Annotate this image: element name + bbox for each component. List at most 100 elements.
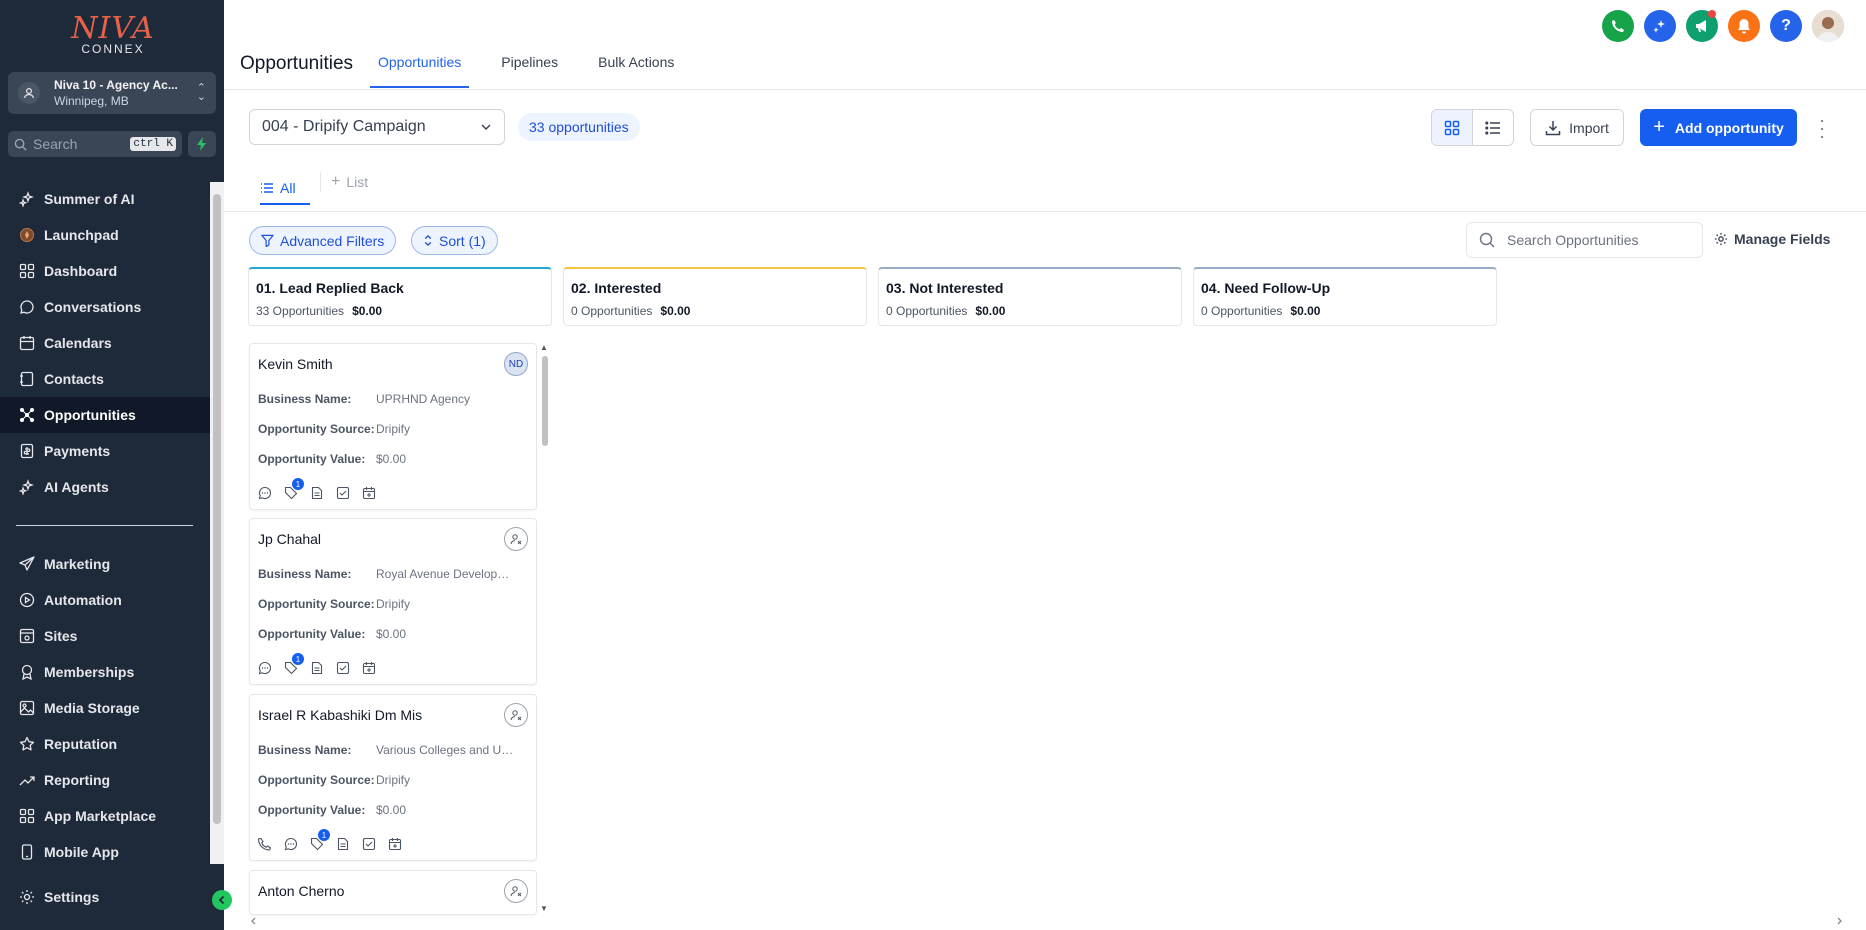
phone-icon[interactable] — [258, 835, 284, 853]
sidebar-item-dashboard[interactable]: Dashboard — [0, 253, 210, 289]
mobile-icon — [18, 843, 36, 861]
opportunity-value-value: $0.00 — [376, 803, 407, 817]
opportunity-card[interactable]: Jp Chahal Business Name: Royal Avenue Dev… — [249, 518, 537, 685]
assign-user-icon[interactable] — [504, 703, 528, 727]
help-icon[interactable]: ? — [1770, 10, 1802, 42]
assign-user-icon[interactable] — [504, 527, 528, 551]
stage-count: 0 Opportunities — [1201, 304, 1283, 318]
task-icon[interactable] — [336, 484, 362, 502]
tag-icon[interactable]: 1 — [284, 478, 310, 502]
sidebar-item-ai-agents[interactable]: AI Agents — [0, 469, 210, 505]
board-horizontal-scrollbar[interactable] — [249, 915, 1844, 927]
appointment-icon[interactable] — [362, 659, 388, 677]
chat-icon[interactable] — [258, 659, 284, 677]
sidebar-item-label: Payments — [44, 443, 111, 459]
sidebar-item-memberships[interactable]: Memberships — [0, 654, 210, 690]
collapse-sidebar-button[interactable] — [212, 890, 232, 910]
sidebar-item-sites[interactable]: Sites — [0, 618, 210, 654]
view-toggle — [1431, 109, 1514, 146]
tab-add-list[interactable]: + List — [320, 172, 368, 192]
sidebar-item-contacts[interactable]: Contacts — [0, 361, 210, 397]
import-button[interactable]: Import — [1530, 109, 1624, 146]
stage-header-need-follow-up[interactable]: 04. Need Follow-Up 0 Opportunities $0.00 — [1193, 267, 1497, 326]
manage-fields-button[interactable]: Manage Fields — [1714, 231, 1830, 247]
view-tabs: All + List — [224, 160, 1866, 212]
appointment-icon[interactable] — [362, 484, 388, 502]
brand-logo[interactable]: NIVA CONNEX — [70, 14, 156, 58]
tag-icon[interactable]: 1 — [310, 829, 336, 853]
sidebar-item-label: Calendars — [44, 335, 112, 351]
notifications-button[interactable] — [1728, 10, 1760, 42]
opportunity-card[interactable]: Kevin Smith ND Business Name: UPRHND Agen… — [249, 343, 537, 510]
opportunity-value-value: $0.00 — [376, 452, 407, 466]
account-location: Winnipeg, MB — [54, 94, 129, 108]
sidebar-item-mobile-app[interactable]: Mobile App — [0, 834, 210, 870]
sidebar-item-launchpad[interactable]: Launchpad — [0, 217, 210, 253]
sidebar-item-app-marketplace[interactable]: App Marketplace — [0, 798, 210, 834]
stage-header-interested[interactable]: 02. Interested 0 Opportunities $0.00 — [563, 267, 867, 326]
sort-button[interactable]: Sort (1) — [411, 226, 498, 255]
scroll-up-icon[interactable]: ▲ — [540, 343, 548, 352]
quick-actions-button[interactable] — [188, 131, 216, 157]
business-name-value: Royal Avenue Developm... — [376, 567, 516, 581]
sidebar-item-label: AI Agents — [44, 479, 109, 495]
opportunity-card[interactable]: Israel R Kabashiki Dm Mis Business Name:… — [249, 694, 537, 861]
advanced-filters-button[interactable]: Advanced Filters — [249, 226, 397, 255]
sidebar-scrollbar[interactable] — [210, 182, 224, 864]
tab-pipelines[interactable]: Pipelines — [493, 54, 566, 88]
appointment-icon[interactable] — [388, 835, 414, 853]
user-avatar[interactable] — [1812, 10, 1844, 42]
top-bar: Opportunities Opportunities Pipelines Bu… — [224, 0, 1866, 90]
scroll-down-icon[interactable]: ▼ — [540, 904, 548, 913]
note-icon[interactable] — [336, 835, 362, 853]
field-label: Opportunity Value: — [258, 627, 366, 641]
opportunity-source-value: Dripify — [376, 422, 411, 436]
stage-header-not-interested[interactable]: 03. Not Interested 0 Opportunities $0.00 — [878, 267, 1182, 326]
assign-user-icon[interactable] — [504, 879, 528, 903]
search-opportunities-input[interactable]: Search Opportunities — [1466, 222, 1703, 258]
sidebar-item-automation[interactable]: Automation — [0, 582, 210, 618]
pipeline-select[interactable]: 004 - Dripify Campaign — [249, 109, 505, 145]
phone-button[interactable] — [1602, 10, 1634, 42]
task-icon[interactable] — [336, 659, 362, 677]
sidebar-item-opportunities[interactable]: Opportunities — [0, 397, 210, 433]
plus-icon: + — [331, 173, 341, 190]
sidebar-item-marketing[interactable]: Marketing — [0, 546, 210, 582]
tab-all-label: All — [280, 179, 296, 196]
list-view-button[interactable] — [1473, 110, 1513, 145]
add-opportunity-button[interactable]: + Add opportunity — [1640, 109, 1797, 146]
tab-bulk-actions[interactable]: Bulk Actions — [590, 54, 682, 88]
list-icon — [261, 182, 273, 193]
sidebar-item-summer-of-ai[interactable]: Summer of AI — [0, 181, 210, 217]
sidebar-item-payments[interactable]: Payments — [0, 433, 210, 469]
note-icon[interactable] — [310, 484, 336, 502]
field-label: Business Name: — [258, 392, 352, 406]
more-options-icon[interactable]: · · · — [1816, 111, 1828, 145]
stage-header-lead-replied-back[interactable]: 01. Lead Replied Back 33 Opportunities $0… — [248, 267, 552, 326]
opportunity-card[interactable]: Anton Cherno — [249, 870, 537, 915]
assignee-initials[interactable]: ND — [504, 352, 528, 376]
sidebar-search[interactable]: Search ctrl K — [8, 131, 182, 157]
sidebar-item-reporting[interactable]: Reporting — [0, 762, 210, 798]
plus-icon: + — [1653, 116, 1665, 138]
stage-name: 02. Interested — [571, 280, 662, 296]
sidebar-item-calendars[interactable]: Calendars — [0, 325, 210, 361]
megaphone-icon — [1696, 20, 1706, 32]
chat-icon[interactable] — [284, 835, 310, 853]
tab-all[interactable]: All — [260, 172, 310, 205]
task-icon[interactable] — [362, 835, 388, 853]
tab-opportunities[interactable]: Opportunities — [370, 54, 470, 88]
sidebar-item-media-storage[interactable]: Media Storage — [0, 690, 210, 726]
chat-icon[interactable] — [258, 484, 284, 502]
board-view-button[interactable] — [1432, 110, 1473, 145]
note-icon[interactable] — [310, 659, 336, 677]
column-scrollbar[interactable]: ▲ ▼ — [540, 343, 550, 913]
payments-icon — [18, 442, 36, 460]
sidebar-item-conversations[interactable]: Conversations — [0, 289, 210, 325]
sidebar-item-reputation[interactable]: Reputation — [0, 726, 210, 762]
account-switcher[interactable]: Niva 10 - Agency Ac... Winnipeg, MB ⌃ ⌄ — [8, 72, 216, 114]
announcements-button[interactable] — [1686, 10, 1718, 42]
sidebar-item-settings[interactable]: Settings — [0, 879, 210, 915]
tag-icon[interactable]: 1 — [284, 653, 310, 677]
ai-assistant-button[interactable] — [1644, 10, 1676, 42]
